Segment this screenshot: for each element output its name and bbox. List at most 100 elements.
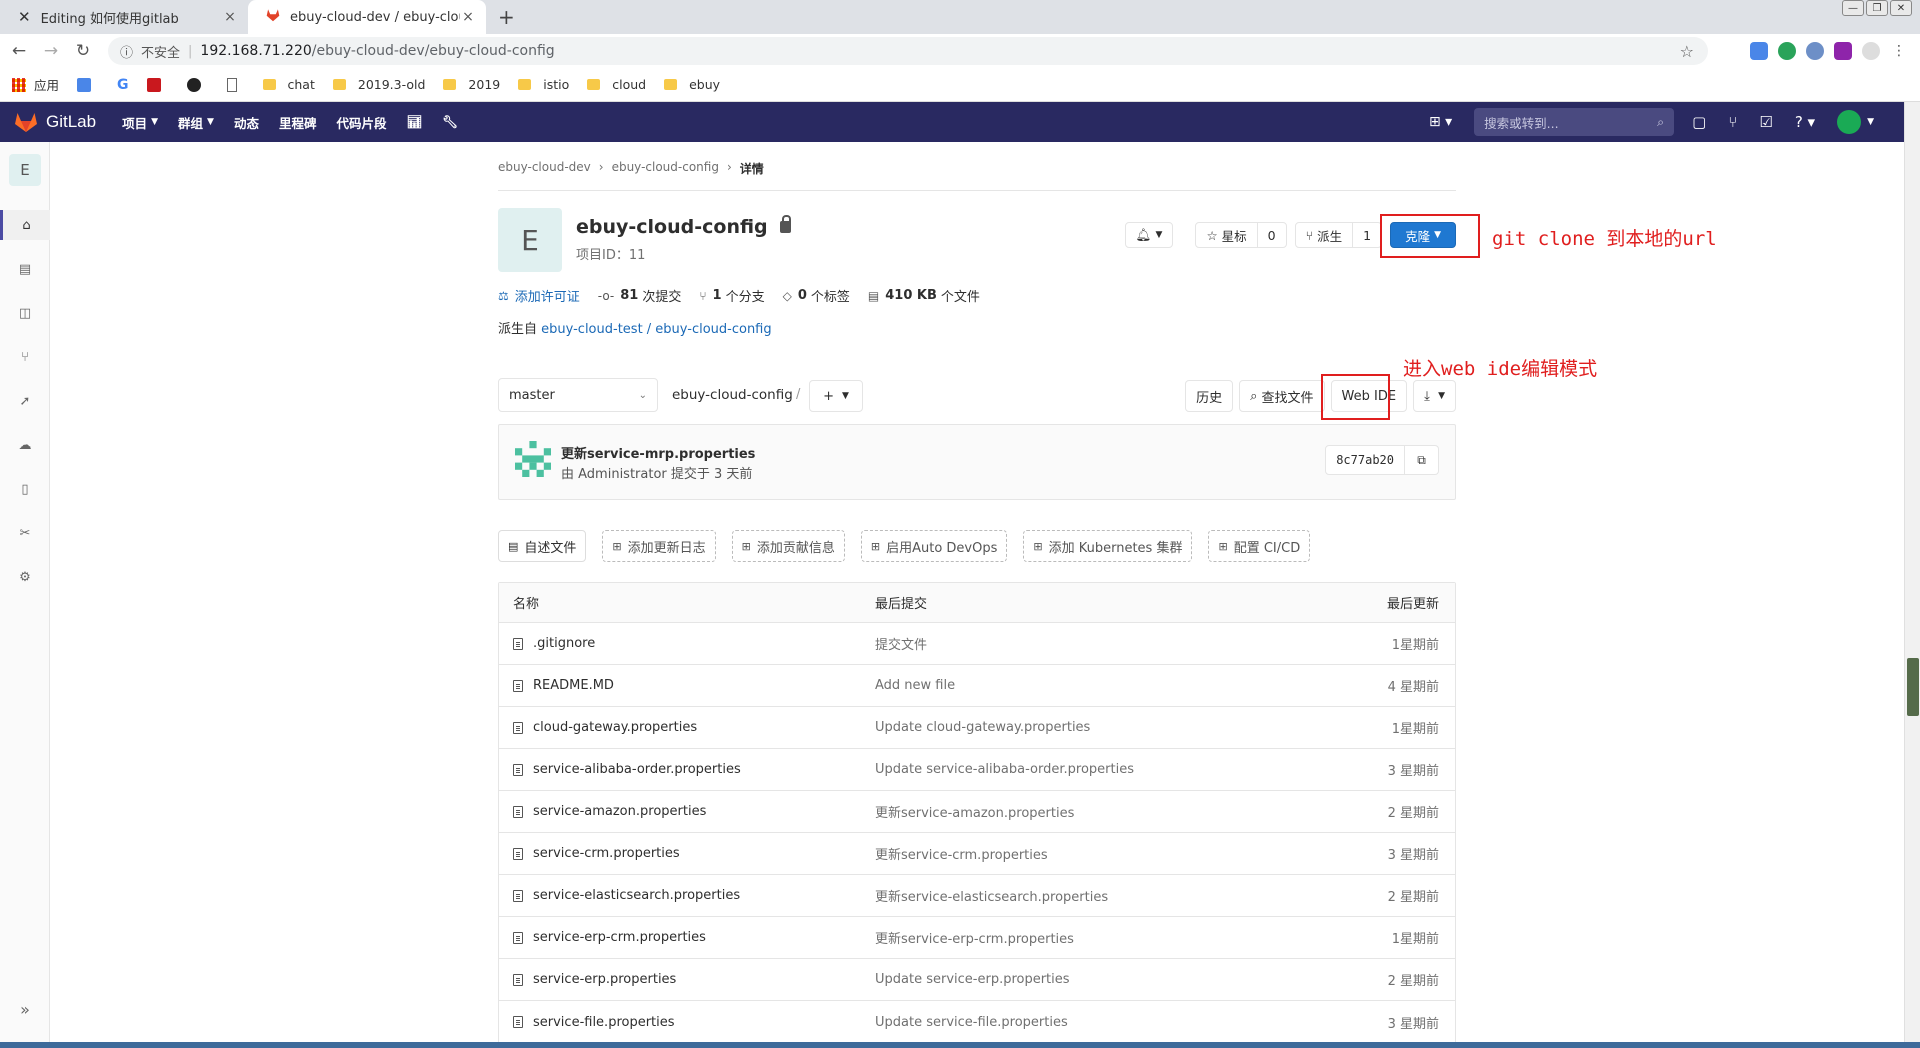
file-name-cell[interactable]: service-erp.properties [513, 972, 676, 987]
proxy-ext-icon[interactable] [1806, 42, 1824, 60]
file-name-cell[interactable]: service-crm.properties [513, 846, 680, 861]
close-icon[interactable]: × [460, 9, 476, 25]
fork-count[interactable]: 1 [1352, 223, 1381, 247]
collapse-sidebar-icon[interactable]: » [0, 1000, 50, 1019]
chevron-down-icon[interactable]: ▼ [1867, 117, 1874, 127]
sidebar-item-wiki[interactable]: ▯ [0, 474, 50, 504]
bookmark-page[interactable] [226, 77, 245, 92]
merge-request-icon[interactable]: ⑂ [1728, 113, 1737, 131]
download-dropdown[interactable]: ⤓ ▼ [1413, 380, 1456, 412]
file-name-cell[interactable]: .gitignore [513, 636, 595, 651]
star-button[interactable]: ☆ 星标 0 [1195, 222, 1287, 248]
nav-groups[interactable]: 群组 ▼ [178, 113, 214, 132]
file-last-commit[interactable]: Update cloud-gateway.properties [875, 720, 1090, 735]
issues-icon[interactable]: ▢ [1692, 113, 1706, 131]
star-count[interactable]: 0 [1256, 223, 1286, 247]
notification-button[interactable]: 🔔︎ ▼ [1124, 222, 1174, 248]
search-input[interactable]: 搜索或转到... ⌕ [1474, 108, 1675, 136]
table-row[interactable]: service-alibaba-order.properties Update s… [499, 749, 1455, 791]
file-name-cell[interactable]: service-erp-crm.properties [513, 930, 706, 945]
browser-tab[interactable]: ✕ Editing 如何使用gitlab × [0, 0, 248, 34]
reload-icon[interactable]: ↻ [70, 41, 96, 61]
bookmark-apps[interactable]: 应用 [12, 75, 59, 94]
file-last-commit[interactable]: 更新service-elasticsearch.properties [875, 886, 1108, 905]
file-name[interactable]: service-amazon.properties [533, 804, 706, 819]
add-file-dropdown[interactable]: + ▼ [809, 380, 863, 412]
tree-path[interactable]: ebuy-cloud-config [672, 387, 793, 403]
identicon-avatar[interactable] [515, 441, 551, 477]
restore-icon[interactable]: ❐ [1866, 0, 1888, 16]
file-name[interactable]: cloud-gateway.properties [533, 720, 697, 735]
file-name[interactable]: service-erp-crm.properties [533, 930, 706, 945]
info-icon[interactable]: ⓘ [120, 42, 133, 61]
commits-link[interactable]: -o- 81 次提交 [598, 286, 682, 305]
readme-button[interactable]: ▤ 自述文件 [498, 530, 587, 562]
profile-icon[interactable] [1862, 42, 1880, 60]
history-button[interactable]: 历史 [1185, 380, 1234, 412]
table-row[interactable]: service-crm.properties 更新service-crm.prop… [499, 833, 1455, 875]
sidebar-item-issues[interactable]: ◫ [0, 298, 50, 328]
table-row[interactable]: README.MD Add new file 4 星期前 [499, 665, 1455, 707]
enable-auto-devops-button[interactable]: ⊞ 启用Auto DevOps [860, 530, 1008, 562]
nav-projects[interactable]: 项目 ▼ [122, 113, 158, 132]
table-row[interactable]: cloud-gateway.properties Update cloud-gat… [499, 707, 1455, 749]
sidebar-item-operations[interactable]: ☁ [0, 430, 50, 460]
file-name[interactable]: service-elasticsearch.properties [533, 888, 740, 903]
wrench-icon[interactable]: 🔧︎ [442, 113, 458, 132]
file-name[interactable]: service-alibaba-order.properties [533, 762, 741, 777]
close-window-icon[interactable]: ✕ [1890, 0, 1912, 16]
nav-snippets[interactable]: 代码片段 [337, 113, 387, 132]
file-name-cell[interactable]: service-alibaba-order.properties [513, 762, 741, 777]
bookmark-google[interactable]: G [117, 77, 129, 93]
bookmark-folder-ebuy[interactable]: ebuy [664, 77, 720, 92]
new-tab-icon[interactable]: + [498, 5, 515, 29]
find-file-button[interactable]: ⌕ 查找文件 [1239, 380, 1325, 412]
copy-icon[interactable]: ⧉ [1405, 445, 1439, 475]
tags-link[interactable]: ◇ 0 个标签 [783, 286, 850, 305]
bookmark-folder-cloud[interactable]: cloud [587, 77, 646, 92]
commit-sha[interactable]: 8c77ab20 [1325, 445, 1405, 475]
help-icon[interactable]: ? ▾ [1795, 113, 1815, 131]
file-name[interactable]: .gitignore [533, 636, 595, 651]
file-name[interactable]: service-erp.properties [533, 972, 676, 987]
browser-tab-active[interactable]: ebuy-cloud-dev / ebuy-cloud- × [248, 0, 486, 34]
branch-dropdown[interactable]: master ⌄ [498, 378, 658, 412]
bookmark-github[interactable] [186, 77, 209, 92]
bookmark-folder-2019-3-old[interactable]: 2019.3-old [332, 77, 425, 92]
gitlab-logo[interactable]: GitLab [14, 111, 96, 133]
file-name[interactable]: service-file.properties [533, 1015, 675, 1030]
chart-icon[interactable]: 📊︎ [407, 113, 423, 132]
todo-icon[interactable]: ☑ [1759, 113, 1772, 131]
fork-button[interactable]: ⑂ 派生 1 [1294, 222, 1383, 248]
menu-kebab-icon[interactable]: ⋮ [1890, 42, 1908, 60]
breadcrumb-project[interactable]: ebuy-cloud-config [612, 160, 719, 177]
table-row[interactable]: service-file.properties Update service-fi… [499, 1001, 1455, 1043]
file-last-commit[interactable]: Update service-file.properties [875, 1015, 1068, 1030]
bookmark-csdn[interactable] [146, 77, 169, 92]
bookmark-folder-2019[interactable]: 2019 [443, 77, 500, 92]
table-row[interactable]: service-amazon.properties 更新service-amazo… [499, 791, 1455, 833]
sidebar-item-repository[interactable]: ▤ [0, 254, 50, 284]
avatar[interactable] [1837, 110, 1862, 134]
file-last-commit[interactable]: 更新service-amazon.properties [875, 802, 1074, 821]
plus-square-icon[interactable]: ⊞ ▾ [1429, 114, 1452, 130]
commit-title[interactable]: 更新service-mrp.properties [561, 443, 755, 462]
file-name[interactable]: README.MD [533, 678, 614, 693]
file-name-cell[interactable]: service-elasticsearch.properties [513, 888, 740, 903]
add-changelog-button[interactable]: ⊞ 添加更新日志 [602, 530, 716, 562]
file-last-commit[interactable]: 更新service-crm.properties [875, 844, 1048, 863]
file-name[interactable]: service-crm.properties [533, 846, 680, 861]
file-name-cell[interactable]: service-amazon.properties [513, 804, 706, 819]
minimize-icon[interactable]: — [1842, 0, 1864, 16]
scrollbar-thumb[interactable] [1907, 658, 1919, 716]
add-contributing-button[interactable]: ⊞ 添加贡献信息 [731, 530, 845, 562]
forward-icon[interactable]: → [38, 41, 64, 61]
sidebar-item-snippets[interactable]: ✂ [0, 518, 50, 548]
address-bar[interactable]: ⓘ 不安全 | 192.168.71.220/ebuy-cloud-dev/eb… [108, 37, 1708, 65]
sidebar-project-avatar[interactable]: E [9, 154, 41, 186]
table-row[interactable]: .gitignore 提交文件 1星期前 [499, 623, 1455, 665]
nav-activity[interactable]: 动态 [234, 113, 259, 132]
branches-link[interactable]: ⑂ 1 个分支 [699, 286, 764, 305]
sidebar-item-ci-cd[interactable]: ➚ [0, 386, 50, 416]
file-last-commit[interactable]: Update service-erp.properties [875, 972, 1070, 987]
